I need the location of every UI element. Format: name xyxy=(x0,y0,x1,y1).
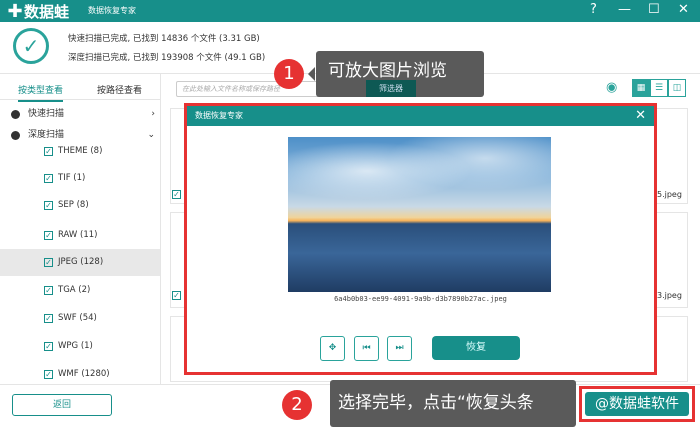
help-button[interactable]: ? xyxy=(590,2,597,18)
deep-scan-status: 深度扫描已完成, 已找到 193908 个文件 (49.1 GB) xyxy=(68,53,266,63)
minimize-button[interactable]: — xyxy=(618,2,631,18)
item-label: TIF (1) xyxy=(58,173,86,183)
item-label: SWF (54) xyxy=(58,313,97,323)
recover-button-highlight[interactable]: @数据蛙软件 xyxy=(579,386,695,422)
type-item-theme[interactable]: ✓ THEME (8) xyxy=(0,138,160,165)
checkbox[interactable]: ✓ xyxy=(44,147,53,156)
detail-view-button[interactable]: ◫ xyxy=(668,79,686,97)
close-button[interactable]: ✕ xyxy=(678,2,689,18)
recover-button[interactable]: @数据蛙软件 xyxy=(585,392,689,416)
filter-button[interactable]: 筛选器 xyxy=(366,80,416,97)
logo-icon: ✚ xyxy=(7,1,23,22)
item-label: THEME (8) xyxy=(58,146,103,156)
app-subtitle: 数据恢复专家 xyxy=(88,6,136,15)
list-view-button[interactable]: ☰ xyxy=(650,79,668,97)
item-label: SEP (8) xyxy=(58,200,89,210)
checkbox[interactable]: ✓ xyxy=(44,231,53,240)
quick-scan-status: 快速扫描已完成, 已找到 14836 个文件 (3.31 GB) xyxy=(68,34,260,44)
checkbox[interactable]: ✓ xyxy=(44,342,53,351)
title-bar: ✚数据蛙 数据恢复专家 ? — ☐ ✕ xyxy=(0,0,700,22)
step-2-tooltip: 选择完毕，点击“恢复头条 xyxy=(330,380,576,427)
checkbox[interactable]: ✓ xyxy=(44,201,53,210)
type-item-sep[interactable]: ✓ SEP (8) xyxy=(0,192,160,219)
zoom-fit-button[interactable]: ✥ xyxy=(320,336,345,361)
checkbox[interactable]: ✓ xyxy=(44,258,53,267)
file-name: 5.jpeg xyxy=(657,190,682,199)
checkbox[interactable]: ✓ xyxy=(172,190,181,199)
chevron-right-icon: › xyxy=(151,109,155,119)
tree-label: 快速扫描 xyxy=(28,109,65,119)
tree-quick-scan[interactable]: 快速扫描 › xyxy=(0,104,160,125)
preview-filename: 6a4b0b03-ee99-4091-9a9b-d3b7890b27ac.jpe… xyxy=(334,295,507,303)
checkbox[interactable]: ✓ xyxy=(44,174,53,183)
maximize-button[interactable]: ☐ xyxy=(648,2,660,18)
tab-by-path[interactable]: 按路径查看 xyxy=(97,83,142,96)
dialog-recover-button[interactable]: 恢复 xyxy=(432,336,520,360)
preview-dialog: 数据恢复专家 ✕ 6a4b0b03-ee99-4091-9a9b-d3b7890b… xyxy=(184,103,657,375)
grid-view-button[interactable]: ▦ xyxy=(632,79,650,97)
dialog-close-icon[interactable]: ✕ xyxy=(635,106,646,126)
back-button[interactable]: 返回 xyxy=(12,394,112,416)
eye-icon[interactable]: ◉ xyxy=(606,80,617,95)
item-label: WMF (1280) xyxy=(58,369,110,379)
item-label: JPEG (128) xyxy=(58,257,104,267)
app-logo: ✚数据蛙 xyxy=(6,1,69,22)
dialog-title: 数据恢复专家 xyxy=(195,111,243,120)
type-item-swf[interactable]: ✓ SWF (54) xyxy=(0,305,160,332)
logo-text: 数据蛙 xyxy=(24,3,70,21)
type-item-tif[interactable]: ✓ TIF (1) xyxy=(0,165,160,192)
tab-by-type[interactable]: 按类型查看 xyxy=(18,83,64,102)
type-item-tga[interactable]: ✓ TGA (2) xyxy=(0,277,160,304)
item-label: TGA (2) xyxy=(58,285,91,295)
file-name: 3.jpeg xyxy=(657,291,682,300)
type-item-wpg[interactable]: ✓ WPG (1) xyxy=(0,333,160,360)
type-item-raw[interactable]: ✓ RAW (11) xyxy=(0,222,160,249)
item-label: RAW (11) xyxy=(58,230,98,240)
step-1-badge: 1 xyxy=(274,59,304,89)
checkbox-icon xyxy=(11,110,20,119)
checkbox[interactable]: ✓ xyxy=(44,286,53,295)
type-item-jpeg[interactable]: ✓ JPEG (128) xyxy=(0,249,160,276)
step-2-badge: 2 xyxy=(282,390,312,420)
checkbox[interactable]: ✓ xyxy=(44,314,53,323)
next-button[interactable]: ⏭ xyxy=(387,336,412,361)
check-icon: ✓ xyxy=(13,28,49,64)
previous-button[interactable]: ⏮ xyxy=(354,336,379,361)
sidebar: 按类型查看 按路径查看 快速扫描 › 深度扫描 ⌄ ✓ THEME (8) ✓ TIF … xyxy=(0,74,161,384)
checkbox[interactable]: ✓ xyxy=(172,291,181,300)
dialog-title-bar: 数据恢复专家 ✕ xyxy=(187,106,654,126)
preview-image xyxy=(288,137,551,292)
item-label: WPG (1) xyxy=(58,341,93,351)
checkbox[interactable]: ✓ xyxy=(44,370,53,379)
